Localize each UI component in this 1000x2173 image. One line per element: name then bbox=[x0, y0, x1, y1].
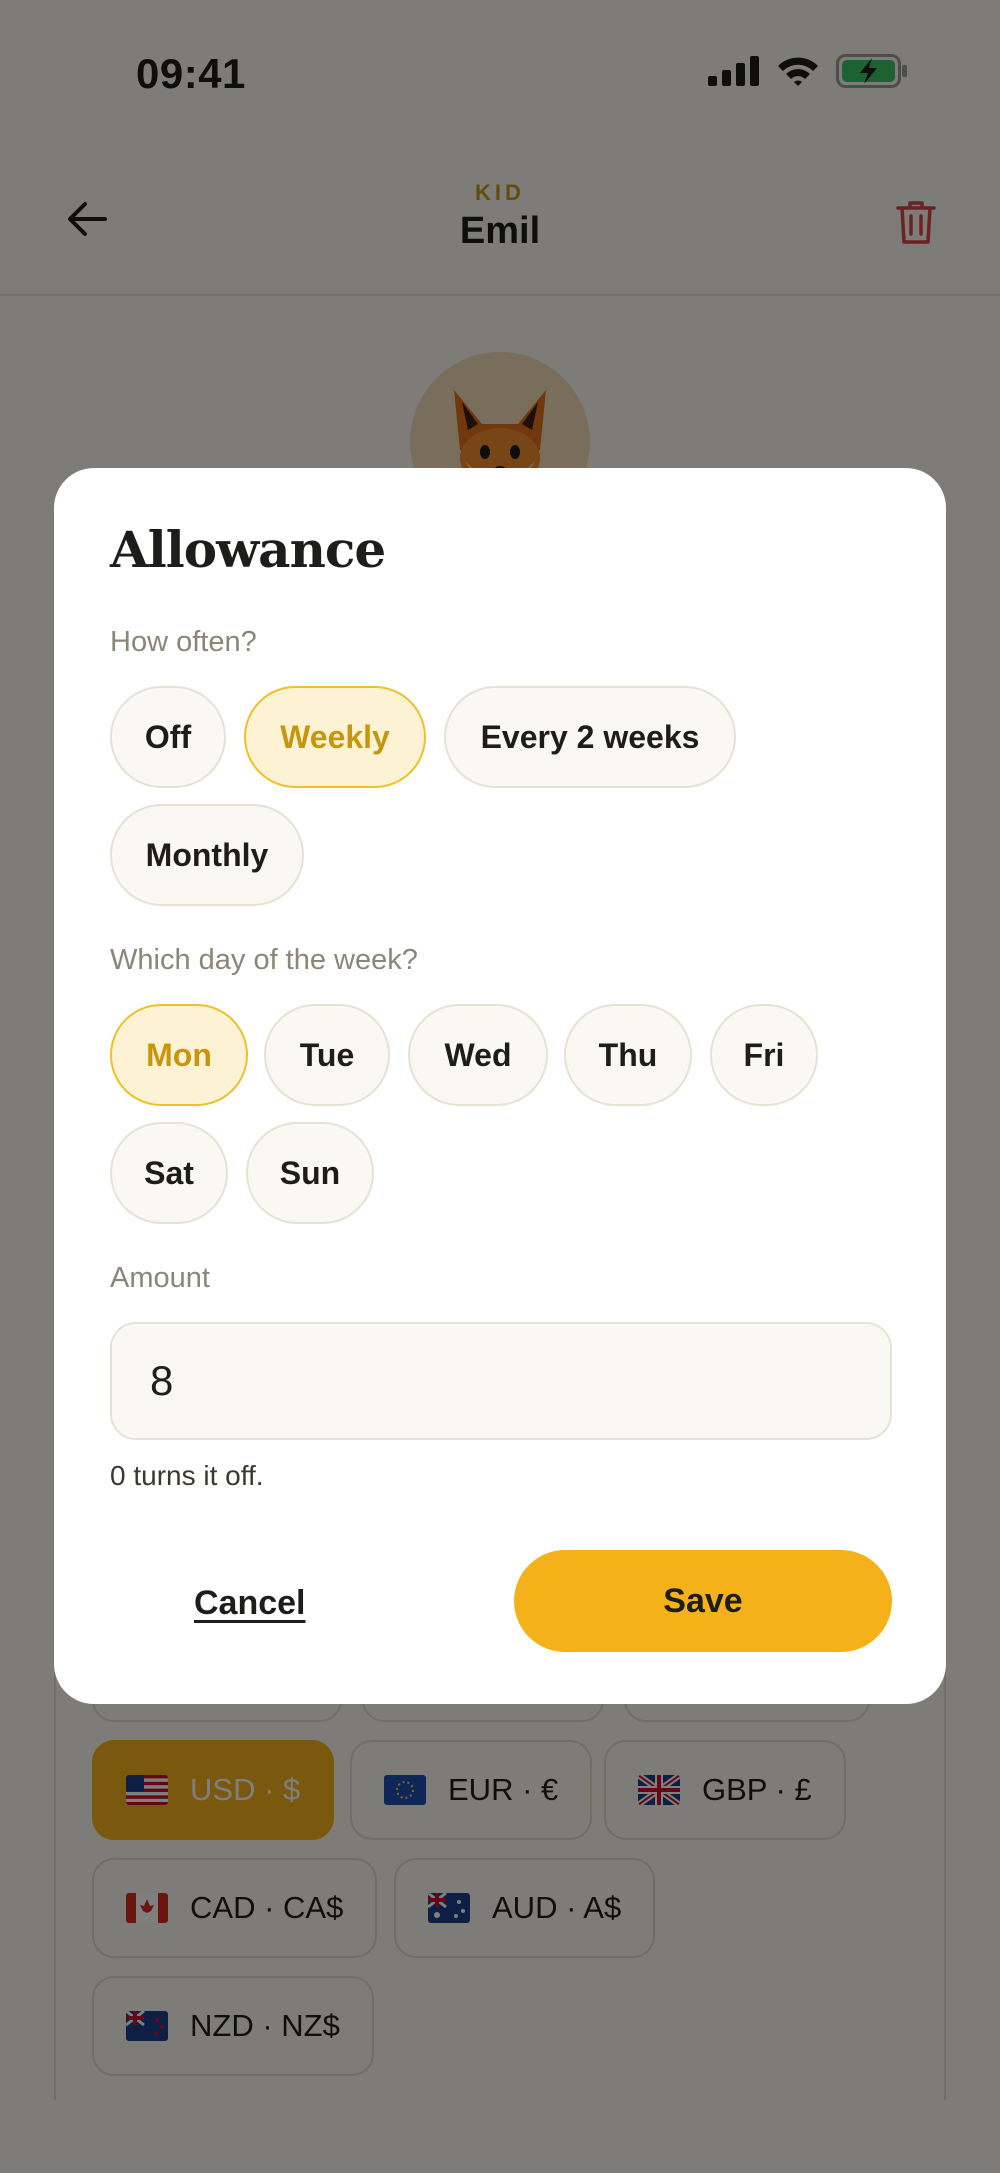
frequency-option-monthly[interactable]: Monthly bbox=[110, 804, 304, 906]
day-option-sun[interactable]: Sun bbox=[246, 1122, 374, 1224]
frequency-option-off[interactable]: Off bbox=[110, 686, 226, 788]
day-option-wed[interactable]: Wed bbox=[408, 1004, 548, 1106]
day-option-mon[interactable]: Mon bbox=[110, 1004, 248, 1106]
day-label: Which day of the week? bbox=[110, 944, 418, 976]
day-option-thu[interactable]: Thu bbox=[564, 1004, 692, 1106]
amount-hint: 0 turns it off. bbox=[110, 1460, 264, 1491]
cancel-button[interactable]: Cancel bbox=[194, 1584, 306, 1623]
frequency-option-weekly[interactable]: Weekly bbox=[244, 686, 426, 788]
day-option-sat[interactable]: Sat bbox=[110, 1122, 228, 1224]
frequency-label: How often? bbox=[110, 626, 257, 658]
amount-input[interactable]: 8 bbox=[110, 1322, 892, 1440]
dialog-title: Allowance bbox=[110, 520, 386, 579]
day-option-fri[interactable]: Fri bbox=[710, 1004, 818, 1106]
day-option-tue[interactable]: Tue bbox=[264, 1004, 390, 1106]
save-button[interactable]: Save bbox=[514, 1550, 892, 1652]
frequency-option-every-2-weeks[interactable]: Every 2 weeks bbox=[444, 686, 736, 788]
amount-label: Amount bbox=[110, 1262, 210, 1294]
allowance-dialog: Allowance How often? Off Weekly Every 2 … bbox=[54, 468, 946, 1704]
